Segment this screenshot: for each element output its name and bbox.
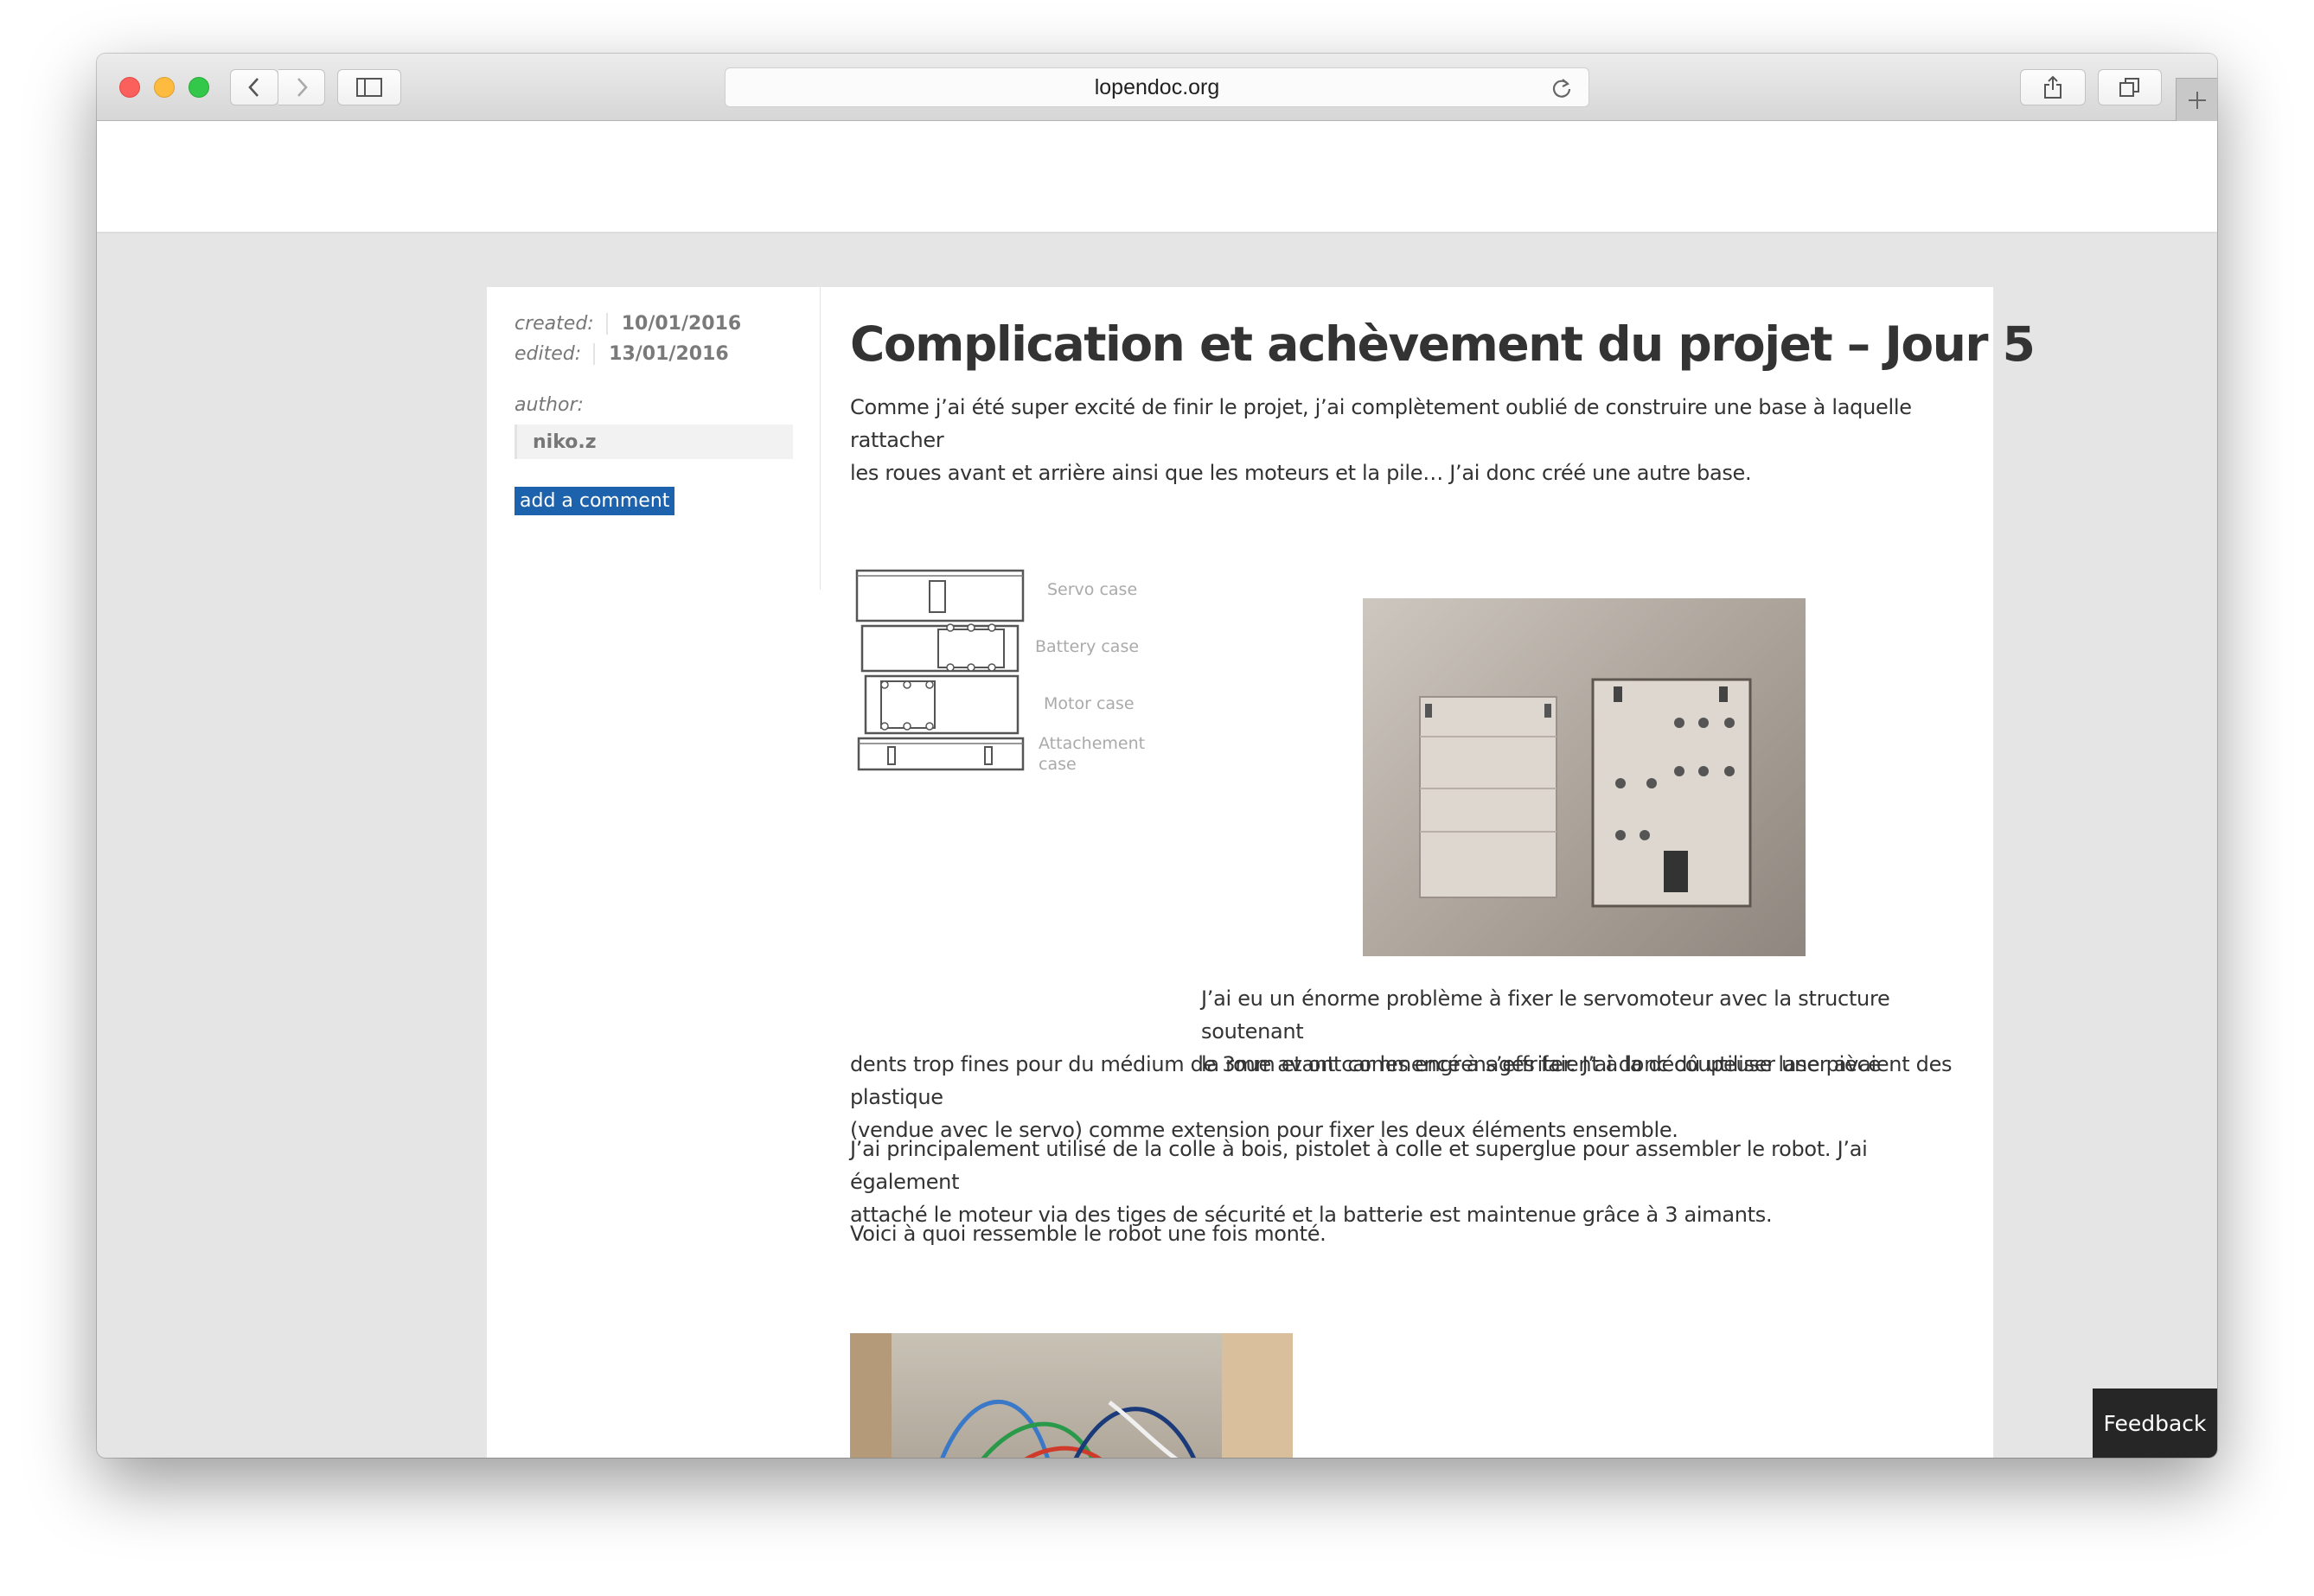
chevron-left-icon bbox=[248, 78, 259, 97]
attachement-case-label-2: case bbox=[1039, 755, 1077, 774]
zoom-window-button[interactable] bbox=[189, 77, 209, 98]
photo-hole bbox=[1724, 766, 1735, 776]
new-tab-button[interactable] bbox=[2176, 78, 2217, 121]
url-text: lopendoc.org bbox=[1094, 74, 1220, 99]
diagram-hole bbox=[988, 623, 996, 632]
article-title: Complication et achèvement du projet – J… bbox=[850, 316, 2036, 372]
photo-slot bbox=[1544, 704, 1551, 718]
back-button[interactable] bbox=[230, 69, 278, 105]
assembly-paragraph: J’ai principalement utilisé de la colle … bbox=[850, 1133, 1974, 1231]
battery-case-label: Battery case bbox=[1035, 637, 1139, 656]
minimize-window-button[interactable] bbox=[154, 77, 175, 98]
servo-case-label: Servo case bbox=[1047, 580, 1137, 599]
photo-hole bbox=[1615, 830, 1626, 840]
intro-paragraph: Comme j’ai été super excité de finir le … bbox=[850, 391, 1974, 489]
photo-hole bbox=[1640, 830, 1650, 840]
case-diagram: Servo case Battery case Motor case Attac… bbox=[855, 569, 1145, 774]
tabs-icon bbox=[2119, 78, 2139, 97]
diagram-hole bbox=[903, 680, 911, 689]
motor-case-label: Motor case bbox=[1044, 694, 1135, 713]
chevron-right-icon bbox=[297, 78, 308, 97]
edited-row: edited: 13/01/2016 bbox=[515, 343, 792, 365]
address-bar[interactable]: lopendoc.org bbox=[725, 67, 1589, 107]
final-paragraph: Voici à quoi ressemble le robot une fois… bbox=[850, 1222, 1326, 1246]
photo-wire bbox=[940, 1399, 1050, 1458]
site-header bbox=[97, 121, 2217, 233]
photo-wire bbox=[1024, 1446, 1102, 1458]
edited-label: edited: bbox=[515, 343, 582, 365]
assembled-robot-photo bbox=[850, 1333, 1293, 1458]
intro-line-2: les roues avant et arrière ainsi que les… bbox=[850, 461, 1752, 485]
problem-line-1: J’ai eu un énorme problème à fixer le se… bbox=[1201, 986, 1890, 1044]
cut-panel-left bbox=[1419, 696, 1557, 898]
created-label: created: bbox=[515, 313, 594, 335]
edited-value: 13/01/2016 bbox=[593, 343, 729, 365]
tabs-overview-button[interactable] bbox=[2098, 69, 2162, 105]
diagram-hole bbox=[880, 680, 889, 689]
photo-hole bbox=[1674, 718, 1684, 728]
photo-content bbox=[1419, 678, 1752, 908]
photo-slot bbox=[1425, 704, 1432, 718]
problem-paragraph-end: dents trop fines pour du médium de 3mm e… bbox=[850, 1048, 1974, 1146]
add-comment-button[interactable]: add a comment bbox=[515, 487, 675, 515]
photo-hole bbox=[1724, 718, 1735, 728]
browser-window: lopendoc.org created: 10/01/2016 edited:… bbox=[97, 54, 2217, 1458]
created-value: 10/01/2016 bbox=[605, 313, 741, 335]
intro-line-1: Comme j’ai été super excité de finir le … bbox=[850, 395, 1912, 452]
photo-slot bbox=[1614, 686, 1622, 702]
share-icon bbox=[2044, 75, 2062, 99]
battery-case-shape bbox=[860, 624, 1020, 673]
diagram-hole bbox=[946, 623, 955, 632]
assembly-line-1: J’ai principalement utilisé de la colle … bbox=[850, 1137, 1868, 1194]
photo-wall bbox=[1222, 1333, 1293, 1458]
photo-slot bbox=[1664, 851, 1688, 892]
share-button[interactable] bbox=[2020, 69, 2086, 105]
photo-hole bbox=[1698, 718, 1709, 728]
laser-cut-parts-photo bbox=[1363, 598, 1806, 956]
photo-hole bbox=[1674, 766, 1684, 776]
feedback-button[interactable]: Feedback bbox=[2093, 1389, 2217, 1458]
photo-hole bbox=[1646, 778, 1657, 788]
servo-case-shape bbox=[855, 569, 1025, 622]
close-window-button[interactable] bbox=[119, 77, 140, 98]
photo-hole bbox=[1615, 778, 1626, 788]
photo-hole bbox=[1698, 766, 1709, 776]
sidebar-toggle-button[interactable] bbox=[337, 69, 401, 105]
diagram-hole bbox=[925, 722, 934, 731]
article-meta: created: 10/01/2016 edited: 13/01/2016 a… bbox=[487, 287, 821, 590]
diagram-hole bbox=[946, 663, 955, 672]
plus-icon bbox=[2188, 91, 2206, 109]
diagram-hole bbox=[967, 663, 975, 672]
sidebar-icon bbox=[356, 78, 382, 97]
author-label: author: bbox=[515, 394, 584, 416]
author-name[interactable]: niko.z bbox=[515, 425, 793, 459]
forward-button[interactable] bbox=[278, 69, 325, 105]
problem-line-3: dents trop fines pour du médium de 3mm e… bbox=[850, 1052, 1881, 1109]
diagram-hole bbox=[967, 623, 975, 632]
diagram-hole bbox=[925, 680, 934, 689]
author-name-text: niko.z bbox=[533, 431, 597, 453]
reload-icon[interactable] bbox=[1550, 77, 1573, 99]
photo-wall bbox=[850, 1333, 892, 1458]
browser-toolbar: lopendoc.org bbox=[97, 54, 2217, 121]
attachement-case-label-1: Attachement bbox=[1039, 734, 1145, 753]
diagram-hole bbox=[880, 722, 889, 731]
diagram-hole bbox=[903, 722, 911, 731]
diagram-hole bbox=[988, 663, 996, 672]
photo-content bbox=[850, 1333, 1293, 1458]
photo-slot bbox=[1719, 686, 1728, 702]
created-row: created: 10/01/2016 bbox=[515, 313, 792, 335]
article-card: created: 10/01/2016 edited: 13/01/2016 a… bbox=[487, 287, 2036, 1458]
